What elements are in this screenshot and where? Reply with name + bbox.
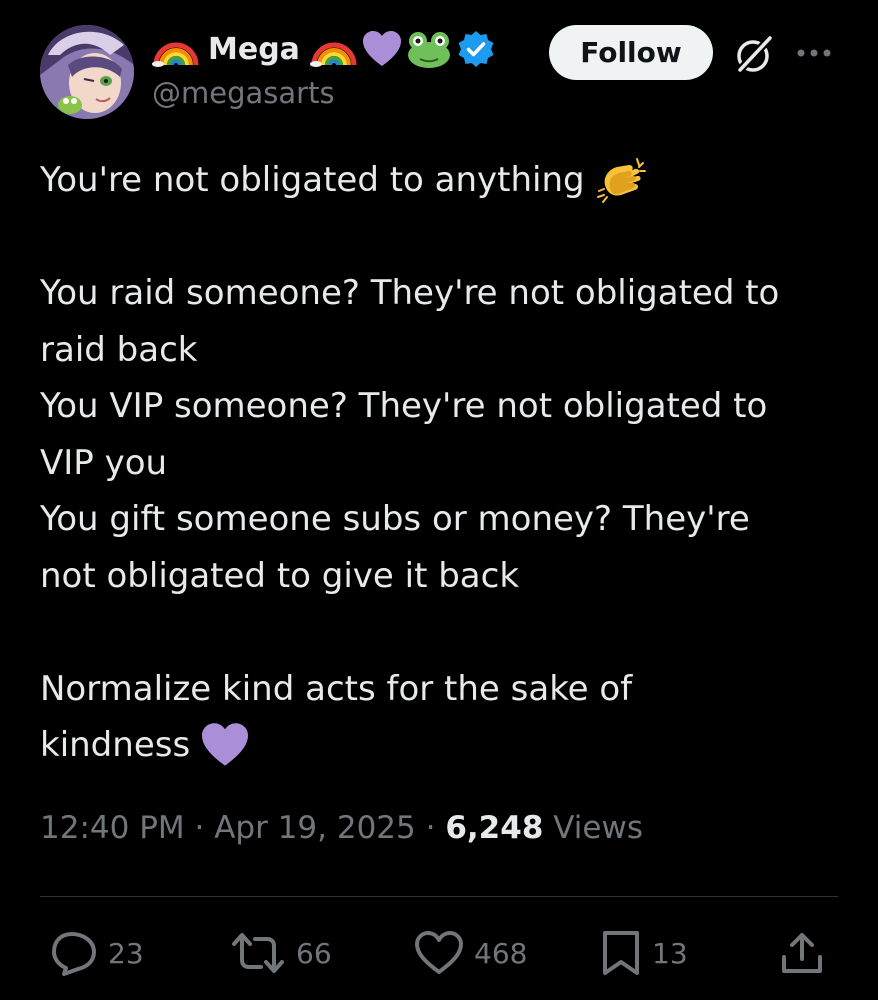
follow-button[interactable]: Follow — [549, 25, 713, 80]
heart-icon — [414, 930, 464, 976]
divider — [40, 896, 838, 897]
like-count: 468 — [474, 936, 528, 970]
clapping-hands-emoji — [595, 155, 647, 205]
share-icon — [778, 929, 826, 977]
tweet-line: You gift someone subs or money? They're — [40, 499, 750, 539]
verified-badge-icon[interactable] — [456, 29, 496, 69]
tweet-line: raid back — [40, 329, 198, 370]
meta-separator: · — [194, 810, 205, 846]
tweet-text: You're not obligated to anything You rai… — [40, 152, 840, 774]
reply-icon — [50, 930, 98, 976]
more-icon[interactable] — [793, 40, 837, 66]
tweet-date[interactable]: Apr 19, 2025 — [214, 810, 416, 846]
rainbow-emoji — [309, 31, 358, 67]
reply-button[interactable]: 23 — [50, 928, 144, 978]
avatar[interactable] — [40, 25, 134, 119]
like-button[interactable]: 468 — [414, 928, 527, 978]
frog-emoji — [406, 29, 452, 69]
author-display-name[interactable]: Mega — [208, 32, 300, 67]
share-button[interactable] — [778, 928, 826, 978]
tweet-line: You're not obligated to anything — [40, 152, 840, 209]
tweet-line: VIP you — [40, 442, 168, 483]
bookmark-count: 13 — [652, 936, 688, 970]
reply-count: 23 — [108, 936, 144, 970]
tweet-line: You VIP someone? They're not obligated t… — [40, 386, 768, 426]
tweet-time[interactable]: 12:40 PM — [40, 810, 185, 846]
author-handle[interactable]: @megasarts — [152, 76, 335, 110]
tweet-line: Normalize kind acts for the sake of — [40, 668, 633, 709]
bookmark-icon — [600, 929, 642, 977]
purple-heart-emoji — [200, 722, 250, 768]
grok-icon[interactable] — [732, 33, 776, 77]
tweet-meta: 12:40 PM · Apr 19, 2025 · 6,248 Views — [40, 810, 643, 846]
repost-count: 66 — [296, 936, 332, 970]
tweet-line: You raid someone? They're not obligated … — [40, 273, 780, 313]
repost-button[interactable]: 66 — [230, 928, 332, 978]
views-label: Views — [553, 810, 643, 846]
purple-heart-emoji — [362, 30, 402, 68]
repost-icon — [230, 930, 286, 976]
tweet-line: not obligated to give it back — [40, 555, 520, 596]
meta-separator: · — [425, 810, 436, 846]
views-count: 6,248 — [445, 810, 544, 846]
author-name-row[interactable]: Mega — [152, 26, 496, 72]
rainbow-emoji — [152, 31, 200, 67]
bookmark-button[interactable]: 13 — [600, 928, 688, 978]
tweet-line: kindness — [40, 717, 840, 774]
